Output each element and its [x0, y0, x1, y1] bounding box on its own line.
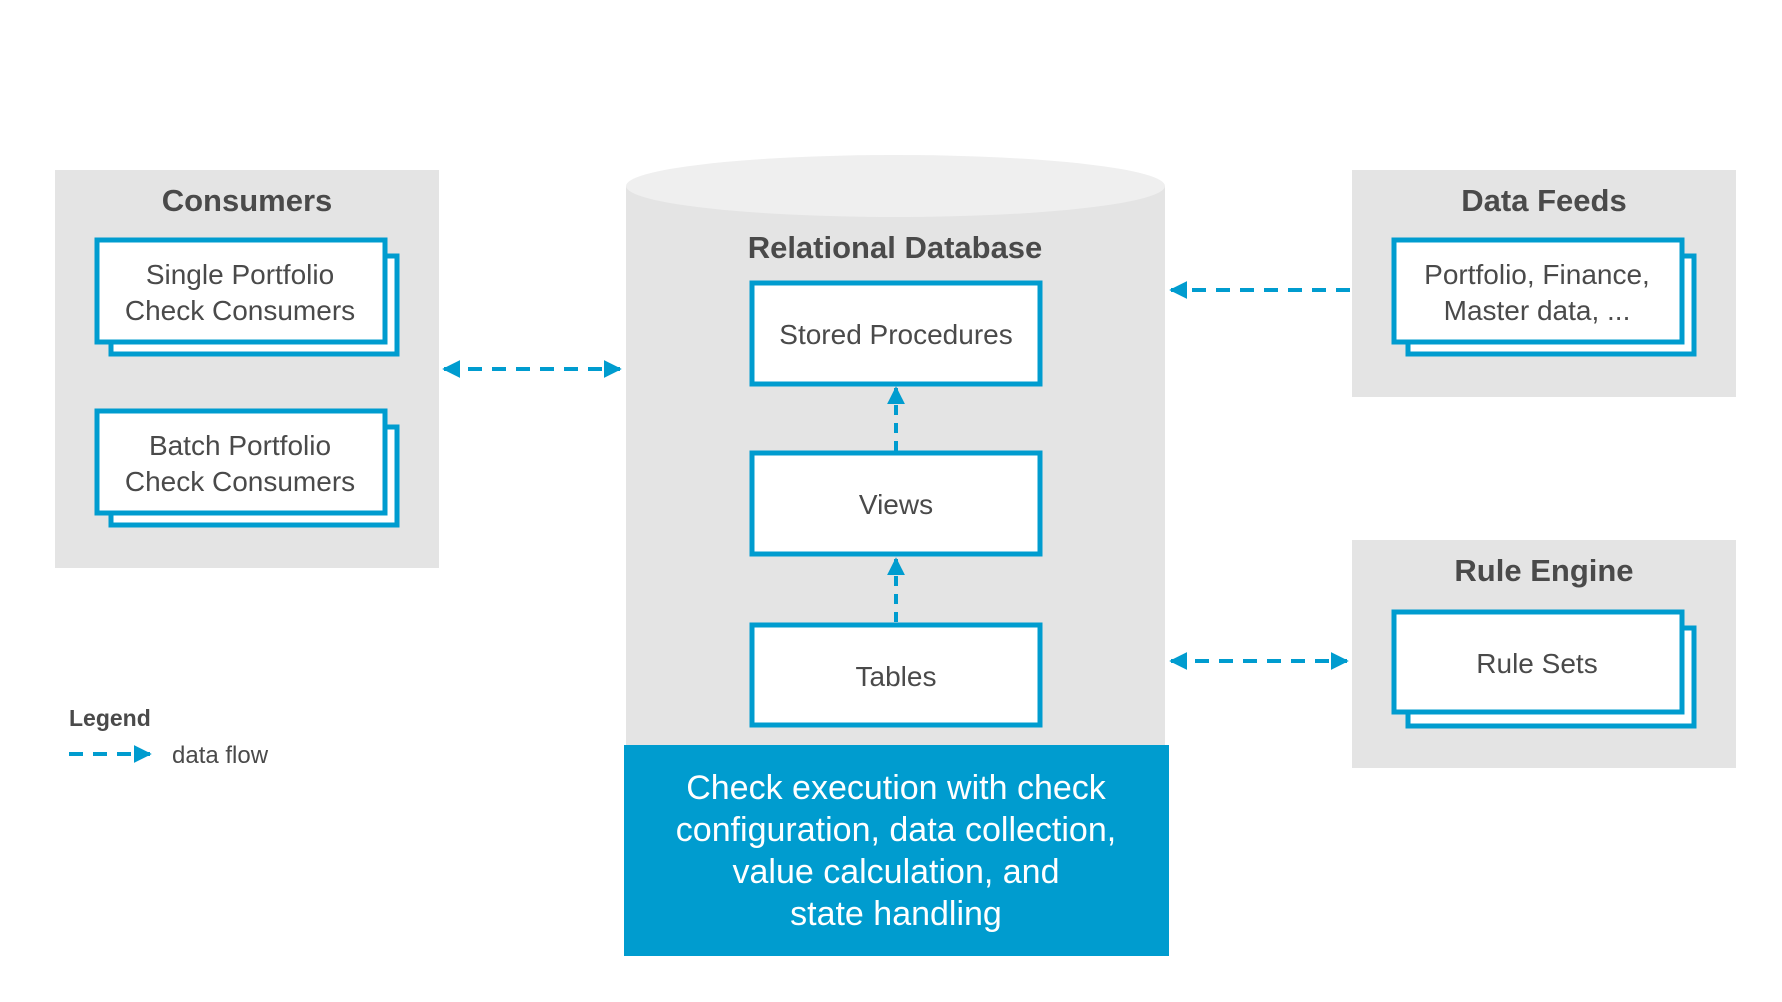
- card-label: Portfolio, Finance,: [1424, 259, 1650, 290]
- card-label: Batch Portfolio: [149, 430, 331, 461]
- card-label: Master data, ...: [1444, 295, 1631, 326]
- layer-label: Views: [859, 489, 933, 520]
- layer-label: Tables: [856, 661, 937, 692]
- relational-database: Relational Database Stored Procedures Vi…: [626, 155, 1165, 748]
- layer-label: Stored Procedures: [779, 319, 1012, 350]
- database-title: Relational Database: [748, 230, 1043, 265]
- rule-engine-panel: Rule Engine Rule Sets: [1352, 540, 1736, 768]
- execution-text-line: state handling: [790, 895, 1002, 933]
- consumers-panel: Consumers Single Portfolio Check Consume…: [55, 170, 439, 568]
- legend-item-label: data flow: [172, 742, 269, 769]
- card-label: Rule Sets: [1476, 648, 1597, 679]
- consumers-title: Consumers: [162, 183, 333, 218]
- execution-text-line: value calculation, and: [732, 853, 1059, 891]
- card-label: Single Portfolio: [146, 259, 334, 290]
- card-label: Check Consumers: [125, 295, 355, 326]
- rule-engine-title: Rule Engine: [1454, 553, 1633, 588]
- architecture-diagram: Consumers Single Portfolio Check Consume…: [55, 155, 1736, 956]
- data-feeds-card: [1391, 237, 1685, 345]
- batch-portfolio-card: Batch Portfolio Check Consumers: [94, 408, 400, 528]
- data-feeds-title: Data Feeds: [1461, 183, 1626, 218]
- views-box: Views: [749, 450, 1043, 557]
- check-execution-box: Check execution with check configuration…: [624, 745, 1169, 956]
- legend: Legend data flow: [69, 705, 269, 769]
- execution-text-line: Check execution with check: [686, 769, 1107, 807]
- execution-text-line: configuration, data collection,: [676, 811, 1116, 849]
- card-label: Check Consumers: [125, 466, 355, 497]
- tables-box: Tables: [749, 622, 1043, 728]
- stored-procedures-box: Stored Procedures: [749, 280, 1043, 387]
- legend-title: Legend: [69, 705, 151, 731]
- data-feeds-panel: Data Feeds Portfolio, Finance, Master da…: [1352, 170, 1736, 397]
- single-portfolio-card: Single Portfolio Check Consumers: [94, 237, 400, 357]
